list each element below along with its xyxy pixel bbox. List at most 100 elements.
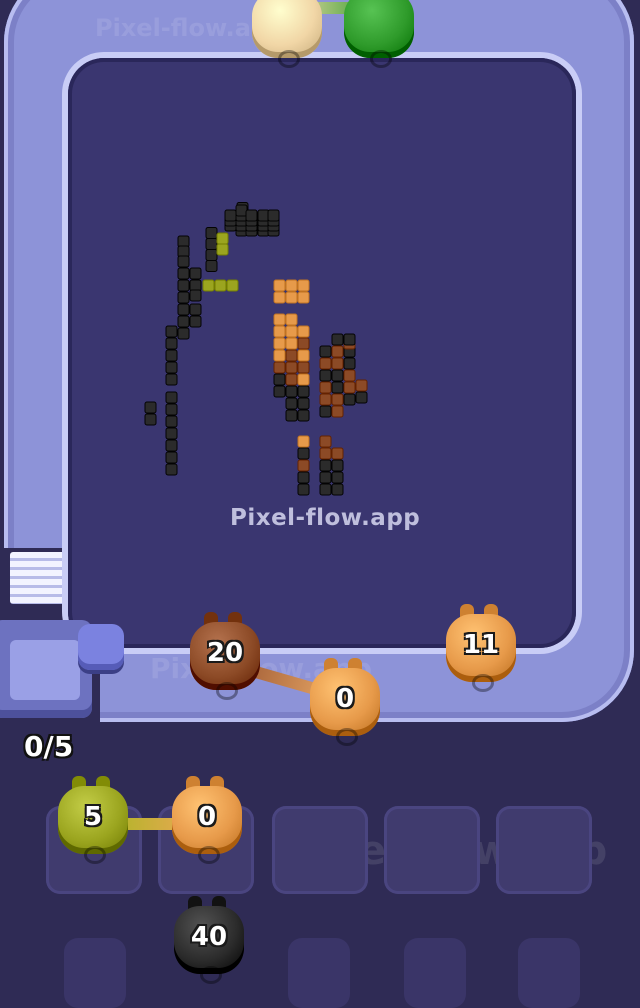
pixel-block-black: [343, 357, 356, 370]
pixel-block-black: [189, 267, 202, 280]
launcher-slot: [10, 640, 80, 700]
pixel-block-black: [331, 471, 344, 484]
pixel-block-tan: [285, 325, 298, 338]
pig-on-track-brown[interactable]: 20: [186, 612, 264, 700]
pixel-block-tan: [273, 279, 286, 292]
pixel-block-tan: [297, 325, 310, 338]
pixel-block-brown: [331, 393, 344, 406]
pixel-block-black: [297, 471, 310, 484]
pixel-block-tan: [297, 349, 310, 362]
pig-tail: [198, 846, 220, 864]
pixel-block-tan: [285, 279, 298, 292]
pixel-block-black: [285, 397, 298, 410]
pixel-block-black: [319, 483, 332, 496]
pig-ammo-count: 40: [190, 922, 228, 952]
pixel-block-black: [165, 373, 178, 386]
pixel-block-black: [177, 327, 190, 340]
queue-slot-shadow: [518, 938, 580, 1008]
pixel-block-black: [224, 209, 237, 222]
pixel-block-tan: [273, 313, 286, 326]
pig-slot-tan[interactable]: 0: [168, 776, 246, 864]
pixel-block-black: [355, 391, 368, 404]
pixel-block-brown: [297, 337, 310, 350]
pixel-block-brown: [285, 349, 298, 362]
pig-queue-black[interactable]: 40: [170, 896, 248, 984]
pixel-block-brown: [285, 361, 298, 374]
pig-ammo-count: 0: [197, 802, 217, 832]
pixel-block-brown: [343, 369, 356, 382]
waiting-slot-4[interactable]: [384, 806, 480, 894]
pixel-block-black: [331, 333, 344, 346]
pixel-block-tan: [297, 435, 310, 448]
pixel-block-black: [165, 337, 178, 350]
pixel-block-brown: [331, 345, 344, 358]
pixel-block-black: [319, 369, 332, 382]
pixel-block-black: [331, 381, 344, 394]
pig-tail: [336, 728, 358, 746]
pixel-block-brown: [331, 405, 344, 418]
pixel-block-brown: [285, 373, 298, 386]
pixel-block-olive: [202, 279, 215, 292]
pig-top-right[interactable]: 0: [340, 0, 418, 68]
pig-tail: [84, 846, 106, 864]
pixel-block-black: [319, 345, 332, 358]
pixel-block-brown: [273, 361, 286, 374]
launcher-button[interactable]: [78, 624, 124, 670]
pixel-block-black: [165, 463, 178, 476]
pixel-block-black: [343, 333, 356, 346]
pixel-block-black: [165, 349, 178, 362]
pixel-block-black: [177, 291, 190, 304]
pig-tail: [216, 682, 238, 700]
pixel-block-black: [297, 483, 310, 496]
pixel-block-olive: [214, 279, 227, 292]
pixel-block-brown: [343, 381, 356, 394]
pig-tail: [370, 50, 392, 68]
pixel-block-black: [285, 385, 298, 398]
pixel-block-olive: [216, 243, 229, 256]
pixel-block-black: [273, 373, 286, 386]
pixel-block-tan: [297, 279, 310, 292]
pixel-block-brown: [297, 459, 310, 472]
pixel-block-black: [257, 209, 270, 222]
pixel-block-black: [297, 385, 310, 398]
pixel-block-black: [165, 439, 178, 452]
pixel-block-black: [273, 385, 286, 398]
pixel-block-black: [297, 447, 310, 460]
pixel-block-black: [267, 209, 280, 222]
pixel-block-black: [144, 401, 157, 414]
pixel-block-black: [297, 409, 310, 422]
queue-slot-shadow: [404, 938, 466, 1008]
pixel-block-tan: [285, 313, 298, 326]
pixel-block-brown: [331, 357, 344, 370]
pixel-block-black: [205, 260, 218, 272]
pixel-block-black: [165, 325, 178, 338]
pixel-block-brown: [355, 379, 368, 392]
pig-on-track-tan[interactable]: 0: [306, 658, 384, 746]
pixel-block-brown: [297, 361, 310, 374]
pig-waiting-tan[interactable]: 11: [442, 604, 520, 692]
pixel-block-olive: [216, 232, 229, 245]
pixel-block-black: [177, 315, 190, 328]
queue-slot-shadow: [64, 938, 126, 1008]
waiting-slot-5[interactable]: [496, 806, 592, 894]
pixel-block-brown: [319, 435, 332, 448]
pixel-block-tan: [285, 337, 298, 350]
pixel-block-black: [177, 303, 190, 316]
pixel-block-black: [319, 405, 332, 418]
pixel-block-black: [205, 238, 218, 250]
pixel-block-black: [189, 315, 202, 328]
pig-ammo-count: 1: [248, 0, 326, 4]
pig-ammo-count: 11: [462, 630, 500, 660]
pig-slot-olive[interactable]: 5: [54, 776, 132, 864]
pixel-block-black: [177, 245, 190, 258]
pixel-block-tan: [297, 291, 310, 304]
pig-tail: [200, 966, 222, 984]
pixel-block-brown: [319, 447, 332, 460]
pixel-block-brown: [319, 381, 332, 394]
waiting-slot-3[interactable]: [272, 806, 368, 894]
pixel-block-black: [165, 391, 178, 404]
pixel-block-black: [319, 459, 332, 472]
pixel-block-black: [343, 393, 356, 406]
board-watermark: Pixel-flow.app: [230, 505, 421, 531]
pig-top-left[interactable]: 1: [248, 0, 326, 68]
